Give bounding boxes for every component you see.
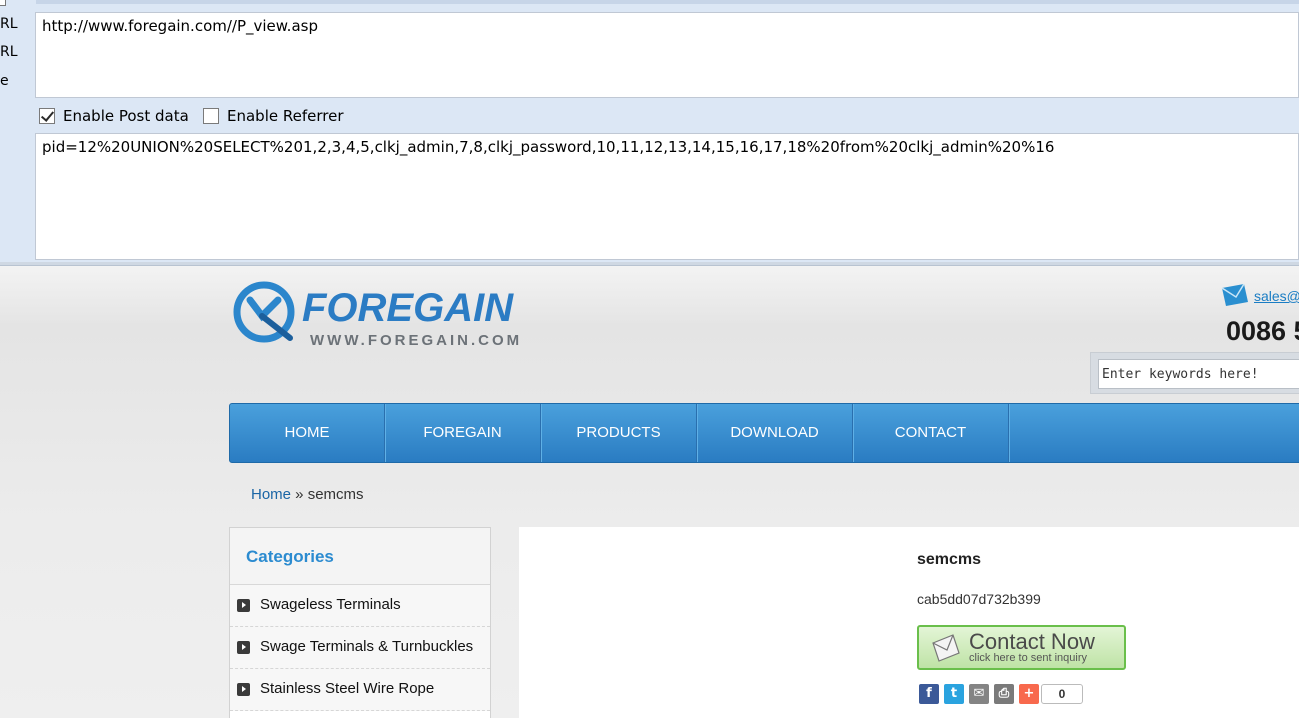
product-title: semcms [917,551,982,568]
top-checkbox[interactable] [0,0,6,6]
nav-home[interactable]: HOME [230,404,385,462]
breadcrumb-separator: » [291,486,308,503]
breadcrumb-current: semcms [307,486,364,503]
request-panel: RL RL e http://www.foregain.com//P_view.… [0,0,1299,265]
breadcrumb: Home » semcms [251,486,364,503]
arrow-right-icon [237,641,250,654]
enable-referrer-label: Enable Referrer [227,107,344,125]
category-item[interactable]: Swage Terminals & Turnbuckles [230,627,490,669]
print-icon[interactable]: ⎙ [994,684,1014,704]
category-label: Swageless Terminals [260,596,401,613]
category-label: Swage Terminals & Turnbuckles [260,638,474,655]
arrow-right-icon [237,599,250,612]
search-box [1090,352,1299,394]
category-item[interactable]: Swageless Terminals [230,585,490,627]
main-nav: HOME FOREGAIN PRODUCTS DOWNLOAD CONTACT [229,403,1299,463]
nav-products[interactable]: PRODUCTS [541,404,697,462]
nav-foregain[interactable]: FOREGAIN [385,404,541,462]
enable-post-label: Enable Post data [63,107,189,125]
nav-contact[interactable]: CONTACT [853,404,1009,462]
email-icon[interactable]: ✉ [969,684,989,704]
twitter-icon[interactable]: t [944,684,964,704]
product-description: cab5dd07d732b399 [917,591,1041,607]
logo-wordmark: FOREGAIN [302,286,514,330]
enable-referrer-checkbox[interactable] [203,108,219,124]
nav-download[interactable]: DOWNLOAD [697,404,853,462]
logo-emblem-icon [233,281,295,343]
categories-panel: Categories Swageless Terminals Swage Ter… [229,527,491,718]
product-content: semcms cab5dd07d732b399 Contact Now clic… [519,527,1299,718]
post-data-input[interactable]: pid=12%20UNION%20SELECT%201,2,3,4,5,clkj… [35,133,1299,260]
mail-icon [1221,284,1248,306]
breadcrumb-home[interactable]: Home [251,486,291,503]
post-data-text: pid=12%20UNION%20SELECT%201,2,3,4,5,clkj… [42,138,1055,156]
facebook-icon[interactable]: f [919,684,939,704]
contact-now-sublabel: click here to sent inquiry [969,652,1087,664]
arrow-right-icon [237,683,250,696]
site-logo[interactable]: FOREGAIN WWW.FOREGAIN.COM [232,278,532,349]
top-strip [36,0,1299,4]
envelope-icon [932,634,960,662]
enable-post-checkbox[interactable] [39,108,55,124]
url-input[interactable]: http://www.foregain.com//P_view.asp [35,12,1299,98]
email-link[interactable]: sales@ [1254,288,1299,304]
logo-url: WWW.FOREGAIN.COM [310,332,523,349]
enable-referrer-option[interactable]: Enable Referrer [203,106,343,126]
search-input[interactable] [1098,359,1299,389]
phone-number: 0086 5 [1226,316,1299,346]
side-label-execute[interactable]: e [0,73,9,89]
share-count: 0 [1041,684,1083,704]
side-label-split-url[interactable]: RL [0,44,18,60]
contact-now-button[interactable]: Contact Now click here to sent inquiry [917,625,1126,670]
addthis-icon[interactable]: + [1019,684,1039,704]
category-label: Stainless Steel Wire Rope [260,680,435,697]
web-page: FOREGAIN WWW.FOREGAIN.COM sales@ 0086 5 … [0,266,1299,718]
category-item[interactable]: Stainless Steel Wire Rope [230,669,490,711]
share-bar: f t ✉ ⎙ + 0 [919,683,1083,705]
enable-post-option[interactable]: Enable Post data [39,106,189,126]
categories-title: Categories [230,528,490,585]
url-text: http://www.foregain.com//P_view.asp [42,17,318,35]
side-label-load-url[interactable]: RL [0,16,18,32]
